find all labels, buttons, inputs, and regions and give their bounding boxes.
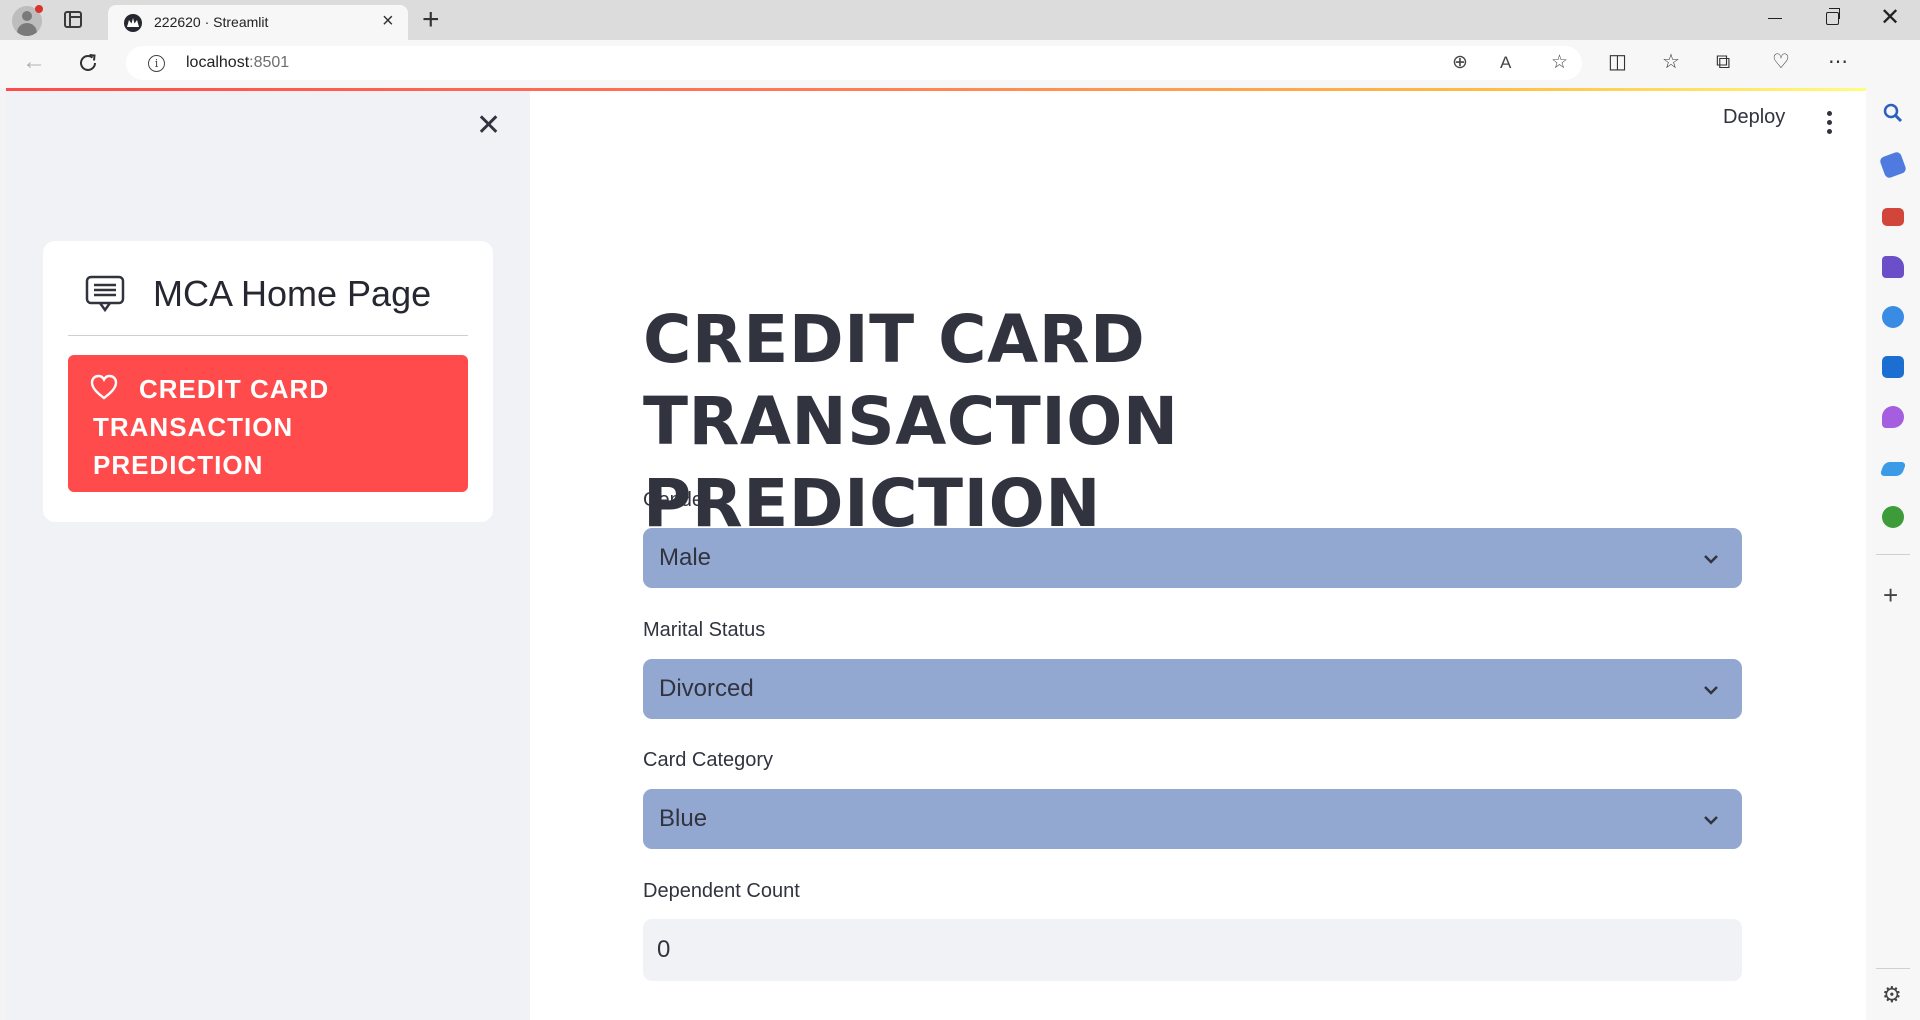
favorites-icon[interactable]: ☆ — [1662, 51, 1680, 73]
edge-sidebar: + ⚙ — [1866, 40, 1920, 1020]
send-icon[interactable] — [1879, 462, 1907, 476]
close-sidebar-icon[interactable]: ✕ — [476, 111, 501, 141]
gender-value: Male — [659, 544, 712, 571]
reload-icon[interactable] — [76, 51, 100, 75]
settings-gear-icon[interactable]: ⚙ — [1882, 984, 1902, 1006]
page-title: CREDIT CARD TRANSACTION PREDICTION — [643, 301, 1179, 542]
notification-dot — [35, 5, 43, 13]
site-info-icon[interactable]: i — [148, 55, 165, 72]
card-category-label: Card Category — [643, 749, 774, 771]
rail-divider — [1876, 554, 1910, 555]
microsoft-365-icon[interactable] — [1882, 306, 1904, 328]
browser-tabstrip: 222620 · Streamlit × + ✕ — [0, 0, 1920, 40]
chevron-down-icon — [1704, 816, 1718, 825]
option-menu: MCA Home Page CREDIT CARD TRANSACTION PR… — [43, 241, 493, 522]
more-options-icon[interactable]: ⋯ — [1828, 51, 1848, 73]
browser-toolbar: ← i localhost:8501 ⊕ A ☆ ◫ ☆ ⧉ ♡ ⋯ ◆ — [0, 40, 1920, 88]
menu-divider — [68, 335, 468, 336]
designer-icon[interactable] — [1882, 406, 1904, 428]
menu-card-icon — [85, 275, 125, 313]
rail-divider — [1876, 968, 1910, 969]
deploy-button[interactable]: Deploy — [1723, 106, 1785, 129]
search-icon[interactable] — [1882, 102, 1904, 124]
zoom-icon[interactable]: ⊕ — [1452, 53, 1468, 73]
menu-title: MCA Home Page — [153, 273, 432, 314]
marital-status-select[interactable]: Divorced — [643, 659, 1742, 719]
games-icon[interactable] — [1882, 256, 1904, 278]
tab-actions-icon[interactable] — [64, 11, 82, 28]
split-screen-icon[interactable]: ◫ — [1608, 51, 1627, 73]
gender-label: Gender — [643, 489, 710, 511]
tree-icon[interactable] — [1882, 506, 1904, 528]
menu-item-label: CREDIT CARD TRANSACTION PREDICTION — [93, 374, 330, 480]
address-bar[interactable]: i localhost:8501 ⊕ A ☆ — [126, 46, 1582, 80]
gender-select[interactable]: Male — [643, 528, 1742, 588]
tab-close-icon[interactable]: × — [382, 11, 394, 31]
marital-status-value: Divorced — [659, 675, 754, 702]
streamlit-app: ✕ MCA Home Page CREDIT CARD TRANSACTION … — [6, 91, 1866, 1020]
tools-icon[interactable] — [1882, 208, 1904, 226]
dependent-count-label: Dependent Count — [643, 880, 800, 902]
outlook-icon[interactable] — [1882, 356, 1904, 378]
tab-title: 222620 · Streamlit — [154, 14, 269, 30]
dependent-count-value: 0 — [657, 936, 671, 963]
read-aloud-icon[interactable]: A — [1500, 53, 1511, 73]
back-arrow-icon[interactable]: ← — [22, 50, 46, 74]
url-text[interactable]: localhost:8501 — [186, 54, 289, 72]
window-close-icon[interactable]: ✕ — [1880, 6, 1900, 30]
app-sidebar: ✕ MCA Home Page CREDIT CARD TRANSACTION … — [6, 91, 530, 1020]
shopping-tag-icon[interactable] — [1878, 150, 1908, 180]
collections-icon[interactable]: ⧉ — [1716, 51, 1730, 73]
dependent-count-input[interactable]: 0 — [643, 919, 1742, 981]
menu-item-credit-card-prediction[interactable]: CREDIT CARD TRANSACTION PREDICTION — [68, 355, 468, 492]
window-minimize-icon[interactable] — [1768, 18, 1782, 19]
marital-status-label: Marital Status — [643, 619, 766, 641]
streamlit-favicon-icon — [124, 14, 142, 32]
browser-essentials-icon[interactable]: ♡ — [1772, 51, 1790, 73]
chevron-down-icon — [1704, 686, 1718, 695]
window-restore-icon[interactable] — [1826, 8, 1840, 25]
main-menu-kebab-icon[interactable] — [1826, 111, 1834, 135]
browser-tab[interactable]: 222620 · Streamlit × — [108, 5, 408, 40]
add-sidebar-app-icon[interactable]: + — [1883, 582, 1898, 608]
card-category-select[interactable]: Blue — [643, 789, 1742, 849]
card-category-value: Blue — [659, 805, 708, 832]
favorite-star-icon[interactable]: ☆ — [1551, 53, 1568, 73]
new-tab-icon[interactable]: + — [422, 3, 440, 37]
chevron-down-icon — [1704, 555, 1718, 564]
